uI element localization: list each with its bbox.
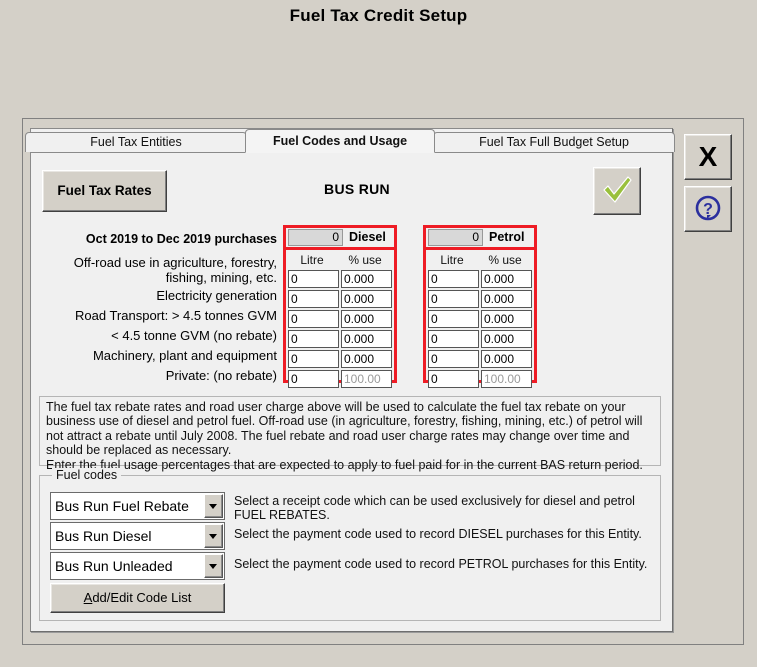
selected-value: Bus Run Fuel Rebate	[55, 498, 189, 514]
row-label-private: Private: (no rebate)	[165, 368, 277, 383]
petrol-litre-input-4[interactable]: 0	[428, 350, 479, 368]
tab-label: Fuel Tax Entities	[90, 135, 182, 149]
page-title: Fuel Tax Credit Setup	[289, 6, 468, 25]
petrol-label: Petrol	[489, 230, 525, 244]
petrol-litre-input-2[interactable]: 0	[428, 310, 479, 328]
row-label-road-transport-under: < 4.5 tonne GVM (no rebate)	[111, 328, 277, 343]
tab-label: Fuel Codes and Usage	[272, 134, 408, 148]
help-button[interactable]: ?	[684, 186, 732, 232]
petrol-litre-input-3[interactable]: 0	[428, 330, 479, 348]
selected-value: Bus Run Diesel	[55, 528, 152, 544]
selected-value: Bus Run Unleaded	[55, 558, 173, 574]
purchases-grid: Oct 2019 to Dec 2019 purchases Off-road …	[31, 225, 672, 388]
green-check-icon	[594, 173, 640, 207]
petrol-pct-input-1[interactable]: 0.000	[481, 290, 532, 308]
diesel-pct-input-3[interactable]: 0.000	[341, 330, 392, 348]
svg-text:?: ?	[703, 201, 713, 218]
fuel-codes-group: Fuel codes Bus Run Fuel Rebate Select a …	[39, 468, 661, 621]
column-header-pct-use: % use	[348, 253, 382, 267]
chevron-down-icon[interactable]	[204, 524, 223, 548]
petrol-total-field: 0	[428, 229, 483, 246]
diesel-litre-input-2[interactable]: 0	[288, 310, 339, 328]
column-header-pct-use: % use	[488, 253, 522, 267]
petrol-code-description: Select the payment code used to record P…	[234, 557, 648, 571]
note-line-2: Enter the fuel usage percentages that ar…	[46, 457, 643, 472]
diesel-litre-input-4[interactable]: 0	[288, 350, 339, 368]
add-edit-code-list-label: Add/Edit Code List	[83, 590, 192, 605]
diesel-pct-input-0[interactable]: 0.000	[341, 270, 392, 288]
petrol-pct-input-3[interactable]: 0.000	[481, 330, 532, 348]
tab-strip: Fuel Tax Entities Fuel Codes and Usage F…	[25, 129, 675, 153]
diesel-pct-input-2[interactable]: 0.000	[341, 310, 392, 328]
petrol-pct-input-0[interactable]: 0.000	[481, 270, 532, 288]
chevron-down-icon[interactable]	[204, 554, 223, 578]
petrol-pct-input-4[interactable]: 0.000	[481, 350, 532, 368]
diesel-label: Diesel	[349, 230, 386, 244]
petrol-litre-input-0[interactable]: 0	[428, 270, 479, 288]
diesel-litre-input-3[interactable]: 0	[288, 330, 339, 348]
chevron-down-icon[interactable]	[204, 494, 223, 518]
note-paragraph: The fuel tax rebate rates and road user …	[46, 400, 643, 458]
note-box: The fuel tax rebate rates and road user …	[39, 396, 661, 472]
row-label-road-transport-over: Road Transport: > 4.5 tonnes GVM	[75, 308, 277, 323]
diesel-litre-input-5[interactable]: 0	[288, 370, 339, 388]
entity-name: BUS RUN	[324, 181, 390, 197]
row-label-electricity: Electricity generation	[156, 288, 277, 303]
close-icon: X	[698, 141, 718, 172]
petrol-code-select[interactable]: Bus Run Unleaded	[50, 552, 225, 580]
fuel-tax-rates-button[interactable]: Fuel Tax Rates	[42, 170, 167, 212]
tab-label: Fuel Tax Full Budget Setup	[479, 135, 629, 149]
add-edit-code-list-button[interactable]: Add/Edit Code List	[50, 583, 225, 613]
petrol-litre-input-5[interactable]: 0	[428, 370, 479, 388]
fuel-codes-legend: Fuel codes	[52, 468, 122, 482]
column-header-litre: Litre	[440, 253, 464, 267]
tab-panel: Fuel Tax Entities Fuel Codes and Usage F…	[25, 128, 675, 632]
diesel-code-description: Select the payment code used to record D…	[234, 527, 642, 541]
question-mark-icon: ?	[685, 193, 731, 225]
column-header-litre: Litre	[300, 253, 324, 267]
tab-content: Fuel Tax Rates BUS RUN Oct 2019 to Dec 2…	[31, 152, 672, 631]
diesel-pct-input-4[interactable]: 0.000	[341, 350, 392, 368]
fuel-rebate-code-description: Select a receipt code which can be used …	[234, 494, 635, 523]
fuel-tax-rates-label: Fuel Tax Rates	[57, 183, 152, 198]
tab-fuel-tax-entities[interactable]: Fuel Tax Entities	[25, 132, 247, 152]
confirm-button[interactable]	[593, 167, 641, 215]
row-label-offroad: Off-road use in agriculture, forestry, f…	[73, 255, 277, 285]
fuel-rebate-code-select[interactable]: Bus Run Fuel Rebate	[50, 492, 225, 520]
diesel-litre-input-1[interactable]: 0	[288, 290, 339, 308]
diesel-litre-input-0[interactable]: 0	[288, 270, 339, 288]
row-label-machinery: Machinery, plant and equipment	[92, 348, 277, 363]
diesel-pct-input-1[interactable]: 0.000	[341, 290, 392, 308]
diesel-code-select[interactable]: Bus Run Diesel	[50, 522, 225, 550]
tab-fuel-tax-full-budget-setup[interactable]: Fuel Tax Full Budget Setup	[433, 132, 675, 152]
diesel-total-field: 0	[288, 229, 343, 246]
close-button[interactable]: X	[684, 134, 732, 180]
petrol-pct-input-5: 100.00	[481, 370, 532, 388]
petrol-litre-input-1[interactable]: 0	[428, 290, 479, 308]
period-label: Oct 2019 to Dec 2019 purchases	[85, 232, 277, 246]
petrol-pct-input-2[interactable]: 0.000	[481, 310, 532, 328]
tab-fuel-codes-and-usage[interactable]: Fuel Codes and Usage	[245, 129, 435, 153]
diesel-pct-input-5: 100.00	[341, 370, 392, 388]
